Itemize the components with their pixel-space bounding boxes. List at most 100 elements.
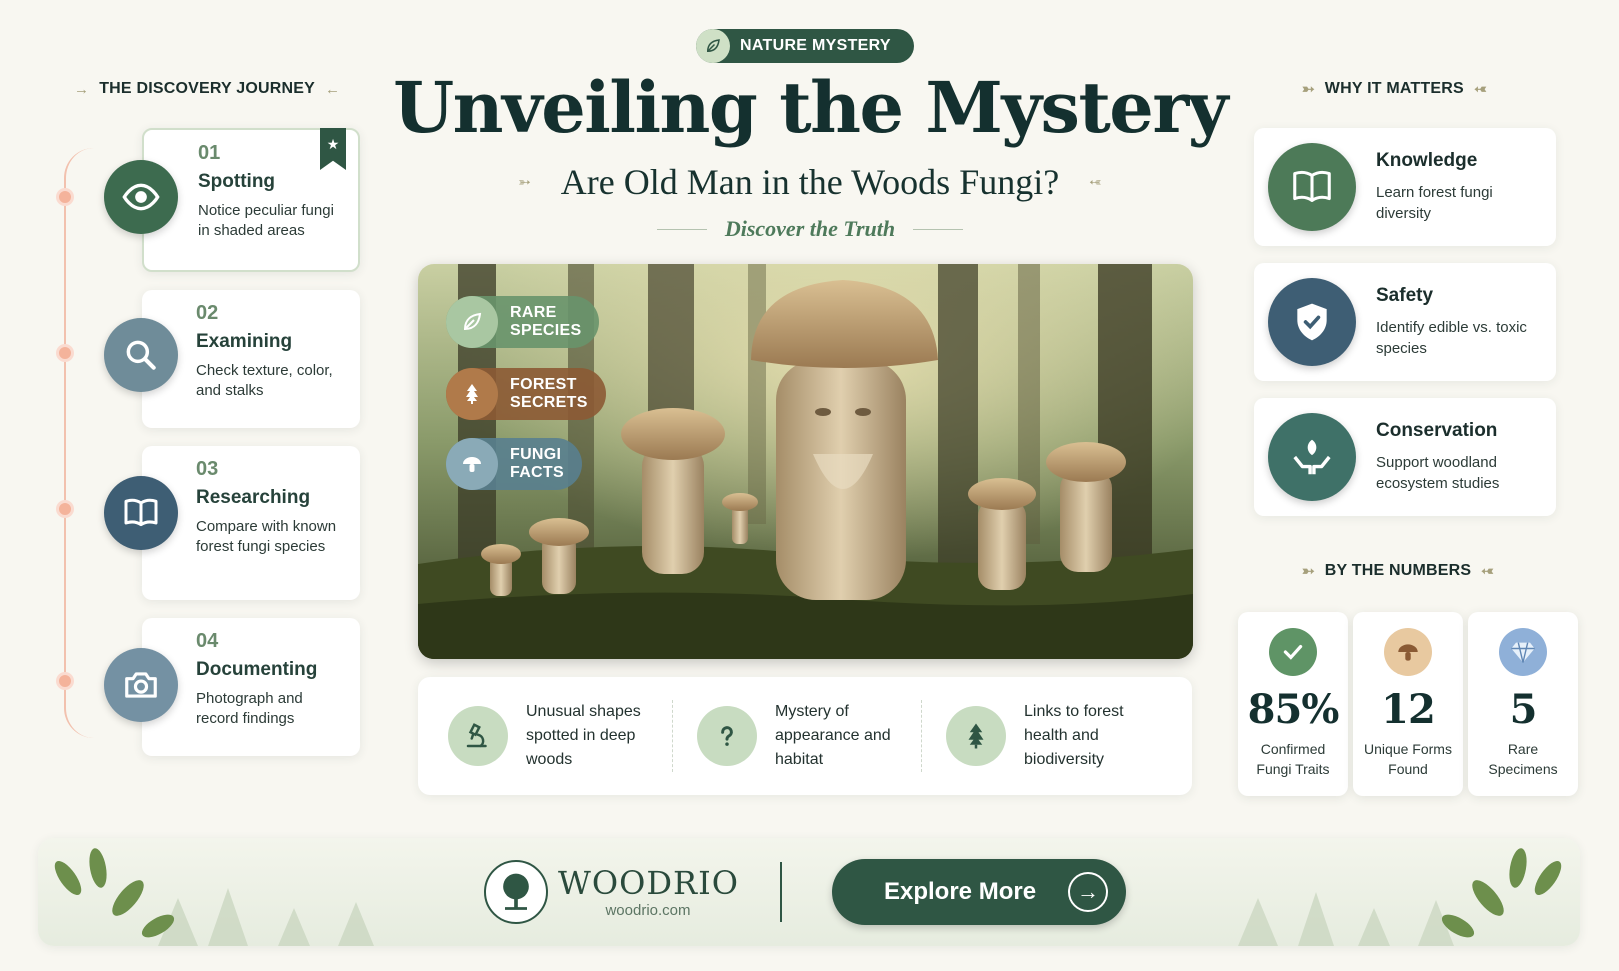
eye-icon [104,160,178,234]
rare-species-pill[interactable]: RARE SPECIES [446,296,600,348]
tagline: Discover the Truth [724,216,896,241]
book-icon [104,476,178,550]
stat-card: 12 Unique Forms Found [1353,612,1463,796]
why-title: Conservation [1376,420,1498,441]
step-title: Examining [196,331,293,352]
pill-label-line: RARE [510,304,557,321]
arrow-right-icon: → [1068,872,1108,912]
pill-label-line: FOREST [510,376,577,393]
fact-text: Mystery of appearance and habitat [775,703,891,768]
hero-image: RARE SPECIES FOREST SECRETS FUNGI FACTS [418,264,1193,659]
timeline-dot [56,188,74,206]
page-title: Unveiling the Mystery [393,66,1228,149]
tree-icon [946,706,1006,766]
mushroom-icon [446,438,498,490]
timeline-dot [56,344,74,362]
cta-label: Explore More [884,878,1037,905]
fact-text: Links to forest health and biodiversity [1024,703,1124,768]
microscope-icon [448,706,508,766]
question-icon [697,706,757,766]
journey-heading: → THE DISCOVERY JOURNEY ← [74,80,340,98]
timeline-dot [56,672,74,690]
facts-strip: Unusual shapes spotted in deep woods Mys… [418,677,1192,795]
diamond-icon [1499,628,1547,676]
step-number: 04 [196,630,219,652]
stat-value: 12 [1381,686,1436,733]
step-number: 03 [196,458,219,480]
why-title: Safety [1376,285,1434,306]
mushroom-icon [1384,628,1432,676]
leaf-icon [446,296,498,348]
fern-right-icon: ➳ [1089,174,1102,191]
why-heading: ➳ WHY IT MATTERS ➳ [1302,80,1487,98]
step-number: 02 [196,302,219,324]
why-title: Knowledge [1376,150,1478,171]
magnifier-icon [104,318,178,392]
step-description: Compare with known forest fungi species [196,518,337,555]
hands-leaf-icon [1268,413,1356,501]
shield-icon [1268,278,1356,366]
tagline-row: Discover the Truth [630,214,990,244]
arrow-left-icon: ➳ [1473,81,1487,98]
pill-label-line: FUNGI [510,446,562,463]
pill-label: FUNGI FACTS [510,446,564,482]
step-title: Spotting [198,171,276,192]
check-icon [1269,628,1317,676]
foliage-decoration [54,848,1562,946]
fact-text: Unusual shapes spotted in deep woods [526,703,641,768]
pill-label-line: SPECIES [510,322,582,339]
pill-label: FOREST SECRETS [510,376,588,412]
brand-url[interactable]: woodrio.com [558,902,738,919]
fact-item: Links to forest health and biodiversity [921,700,1170,772]
step-description: Notice peculiar fungi in shaded areas [198,202,334,239]
fungi-facts-pill[interactable]: FUNGI FACTS [446,438,582,490]
stat-value: 5 [1509,686,1538,733]
subtitle-row: ➳ Are Old Man in the Woods Fungi? ➳ [460,160,1160,204]
why-description: Support woodland ecosystem studies [1376,454,1500,492]
forest-secrets-pill[interactable]: FOREST SECRETS [446,368,606,420]
fact-item: Mystery of appearance and habitat [672,700,921,772]
step-title: Researching [196,487,311,508]
stat-label: Unique Forms Found [1364,741,1452,777]
tree-icon [446,368,498,420]
camera-icon [104,648,178,722]
fern-left-icon: ➳ [518,174,531,191]
badge-label: NATURE MYSTERY [740,37,891,54]
journey-timeline [56,148,94,738]
pill-label: RARE SPECIES [510,304,581,340]
journey-heading-text: THE DISCOVERY JOURNEY [99,80,316,97]
divider [780,862,782,922]
explore-more-button[interactable]: Explore More → [832,859,1126,925]
divider [913,228,964,230]
page-subtitle: Are Old Man in the Woods Fungi? [560,162,1060,202]
timeline-dot [56,500,74,518]
arrow-right-icon: ➳ [1302,563,1315,580]
pill-label-line: SECRETS [510,394,588,411]
arrow-right-icon: ➳ [1302,81,1315,98]
arrow-left-icon: ← [325,80,341,98]
step-title: Documenting [196,659,318,680]
tree-logo-icon [484,860,548,924]
numbers-heading: ➳ BY THE NUMBERS ➳ [1302,562,1494,580]
stat-value: 85% [1247,686,1340,733]
stat-label: Rare Specimens [1488,741,1558,777]
why-description: Identify edible vs. toxic species [1376,319,1527,357]
stat-label: Confirmed Fungi Traits [1256,741,1330,777]
stat-card: 5 Rare Specimens [1468,612,1578,796]
numbers-heading-text: BY THE NUMBERS [1324,562,1472,579]
step-description: Check texture, color, and stalks [196,362,333,399]
footer-banner [38,838,1580,946]
why-description: Learn forest fungi diversity [1376,184,1493,222]
book-icon [1268,143,1356,231]
pill-label-line: FACTS [510,464,564,481]
leaf-icon [696,29,730,63]
fact-item: Unusual shapes spotted in deep woods [442,700,672,772]
brand-block[interactable]: WOODRIO woodrio.com [558,864,738,919]
why-heading-text: WHY IT MATTERS [1324,80,1464,97]
arrow-right-icon: → [74,80,90,98]
arrow-left-icon: ➳ [1481,563,1495,580]
category-badge: NATURE MYSTERY [696,29,914,63]
brand-name: WOODRIO [558,864,739,902]
divider [656,228,707,230]
stat-card: 85% Confirmed Fungi Traits [1238,612,1348,796]
